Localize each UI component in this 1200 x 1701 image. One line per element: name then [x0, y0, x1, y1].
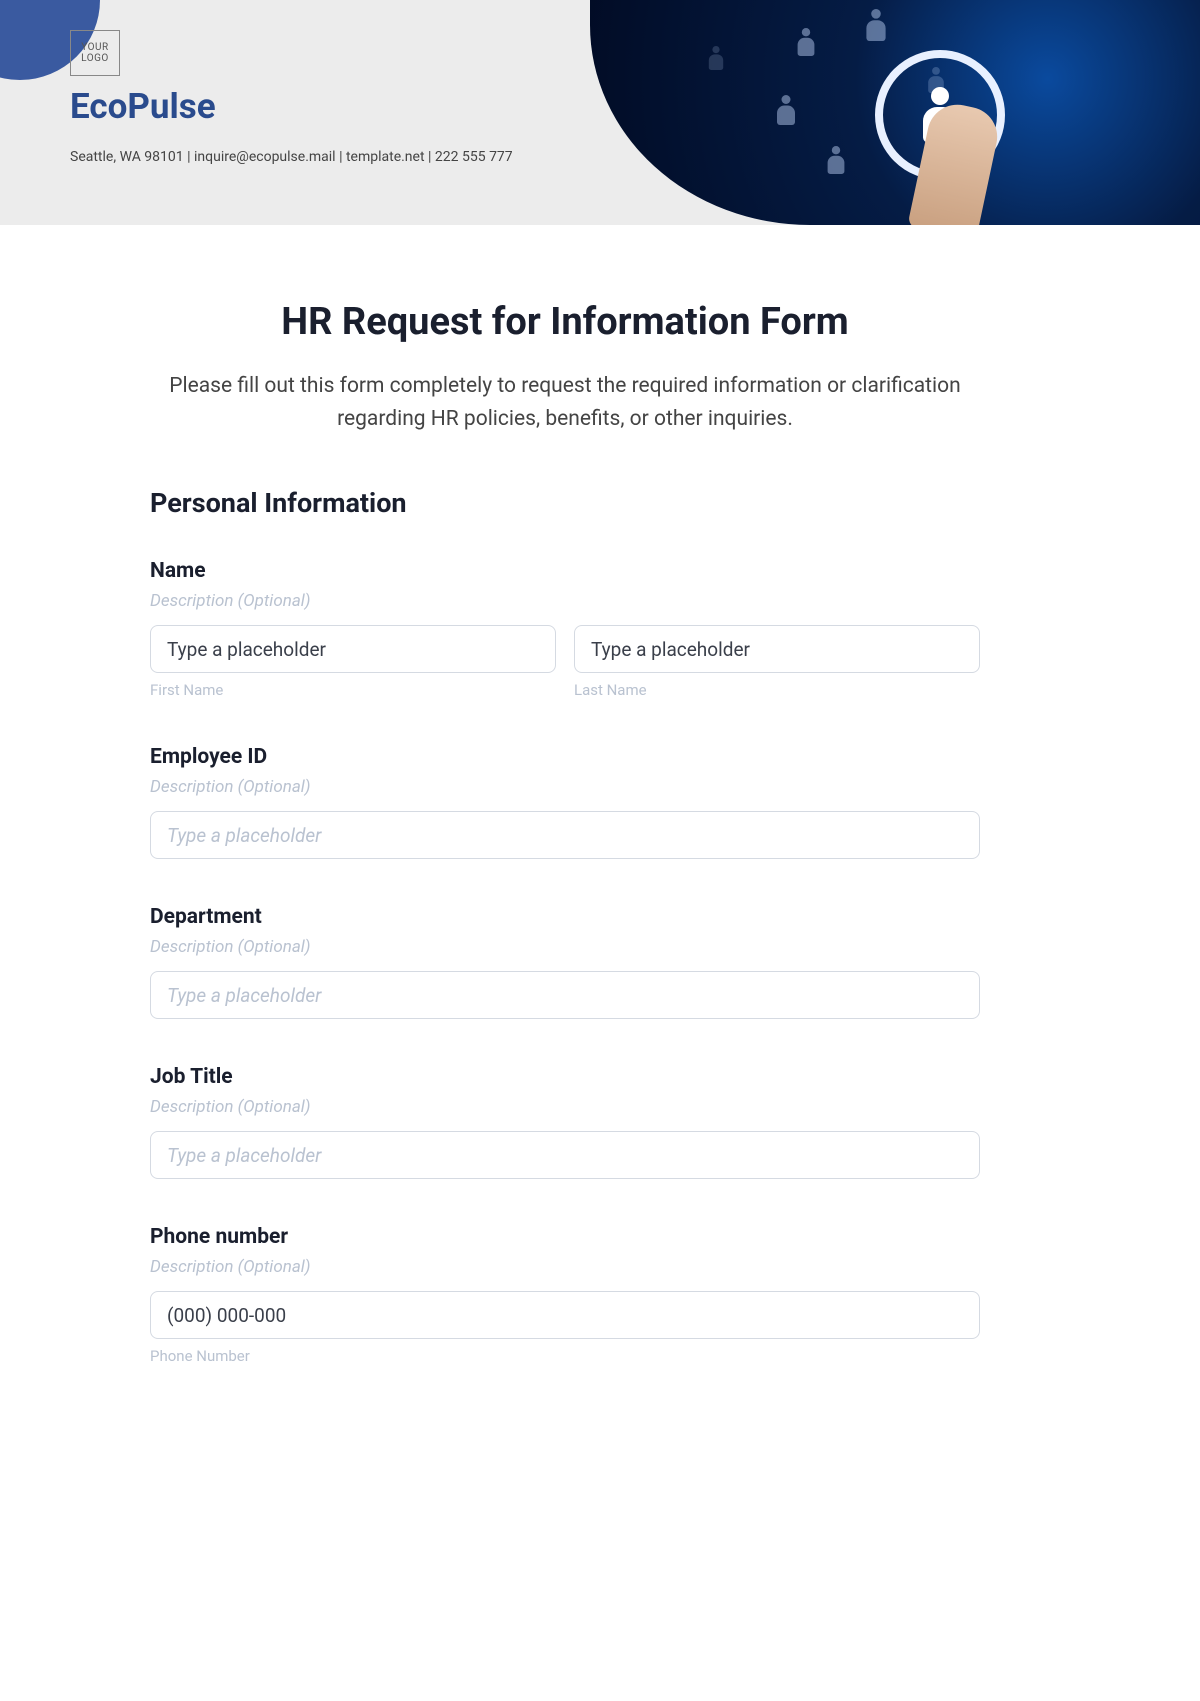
- field-desc-department: Description (Optional): [150, 937, 980, 957]
- hero-banner: YOUR LOGO EcoPulse Seattle, WA 98101 | i…: [0, 0, 1200, 225]
- employee-id-input[interactable]: [150, 811, 980, 859]
- job-title-input[interactable]: [150, 1131, 980, 1179]
- person-icon: [708, 46, 725, 70]
- logo-placeholder: YOUR LOGO: [70, 30, 120, 76]
- form-description: Please fill out this form completely to …: [150, 370, 980, 435]
- field-employee-id: Employee ID Description (Optional): [150, 745, 980, 859]
- field-desc-phone: Description (Optional): [150, 1257, 980, 1277]
- field-label-name: Name: [150, 559, 980, 583]
- field-label-phone: Phone number: [150, 1225, 980, 1249]
- logo-text-1: YOUR: [81, 42, 108, 53]
- person-icon: [865, 9, 887, 41]
- last-name-input[interactable]: [574, 625, 980, 673]
- person-icon: [796, 28, 816, 56]
- field-desc-job-title: Description (Optional): [150, 1097, 980, 1117]
- hero-image: [590, 0, 1200, 225]
- field-department: Department Description (Optional): [150, 905, 980, 1019]
- field-name: Name Description (Optional) First Name L…: [150, 559, 980, 699]
- first-name-input[interactable]: [150, 625, 556, 673]
- field-desc-employee-id: Description (Optional): [150, 777, 980, 797]
- brand-name: EcoPulse: [70, 86, 513, 127]
- form-page: HR Request for Information Form Please f…: [130, 225, 1070, 1395]
- person-icon: [826, 146, 846, 174]
- phone-sublabel: Phone Number: [150, 1347, 980, 1365]
- field-phone: Phone number Description (Optional) Phon…: [150, 1225, 980, 1365]
- field-job-title: Job Title Description (Optional): [150, 1065, 980, 1179]
- field-desc-name: Description (Optional): [150, 591, 980, 611]
- person-icon: [776, 95, 797, 125]
- contact-line: Seattle, WA 98101 | inquire@ecopulse.mai…: [70, 149, 513, 165]
- form-title: HR Request for Information Form: [150, 300, 980, 344]
- phone-input[interactable]: [150, 1291, 980, 1339]
- field-label-job-title: Job Title: [150, 1065, 980, 1089]
- logo-text-2: LOGO: [81, 53, 109, 64]
- department-input[interactable]: [150, 971, 980, 1019]
- hero-content: YOUR LOGO EcoPulse Seattle, WA 98101 | i…: [70, 30, 513, 165]
- field-label-employee-id: Employee ID: [150, 745, 980, 769]
- field-label-department: Department: [150, 905, 980, 929]
- first-name-sublabel: First Name: [150, 681, 556, 699]
- last-name-sublabel: Last Name: [574, 681, 980, 699]
- section-personal-info: Personal Information: [150, 487, 980, 519]
